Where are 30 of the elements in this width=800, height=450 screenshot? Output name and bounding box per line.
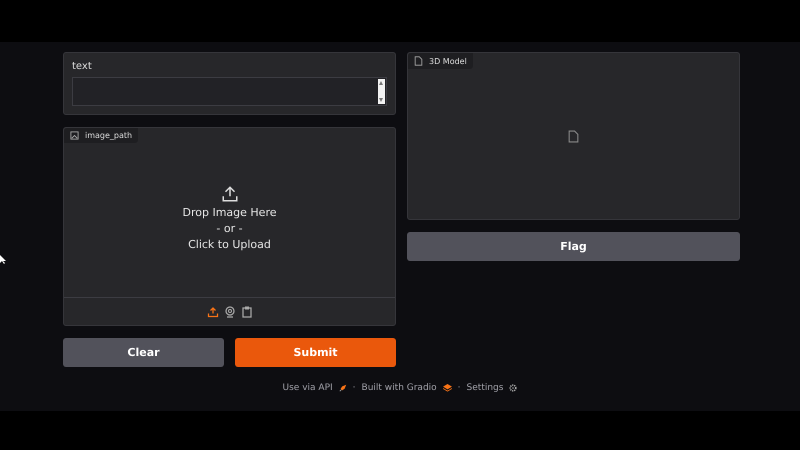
separator-dot: · [458,383,461,393]
footer-link[interactable]: Built with Gradio [362,383,437,393]
drop-text: Drop Image Here [182,206,276,218]
text-input-field[interactable] [72,77,387,106]
upload-icon [220,184,238,202]
submit-button[interactable]: Submit [235,338,396,367]
flag-button[interactable]: Flag [407,232,740,261]
scrollbar-drawing [378,79,385,104]
settings-icon [509,384,518,392]
clear-button[interactable]: Clear [63,338,224,367]
label-text: 3D Model [429,56,467,66]
upload-text: Click to Upload [188,238,271,250]
image-icon [70,131,79,140]
cursor-icon [0,255,6,264]
upload-icon [206,306,218,318]
rocket-icon [338,384,347,392]
footer-link[interactable]: Use via API [282,383,333,393]
logo-icon [442,384,452,392]
separator-dot: · [352,383,356,393]
file-icon [414,56,423,66]
footer-link[interactable]: Settings [466,383,504,393]
field-label: text [72,61,93,72]
source-button[interactable] [206,306,218,318]
or-text: - or - [216,222,243,234]
file-icon [568,130,579,142]
source-button[interactable] [224,306,236,318]
source-button[interactable] [240,306,252,318]
webcam-icon [224,306,236,318]
clipboard-icon [240,306,252,318]
label-text: image_path [85,131,132,140]
